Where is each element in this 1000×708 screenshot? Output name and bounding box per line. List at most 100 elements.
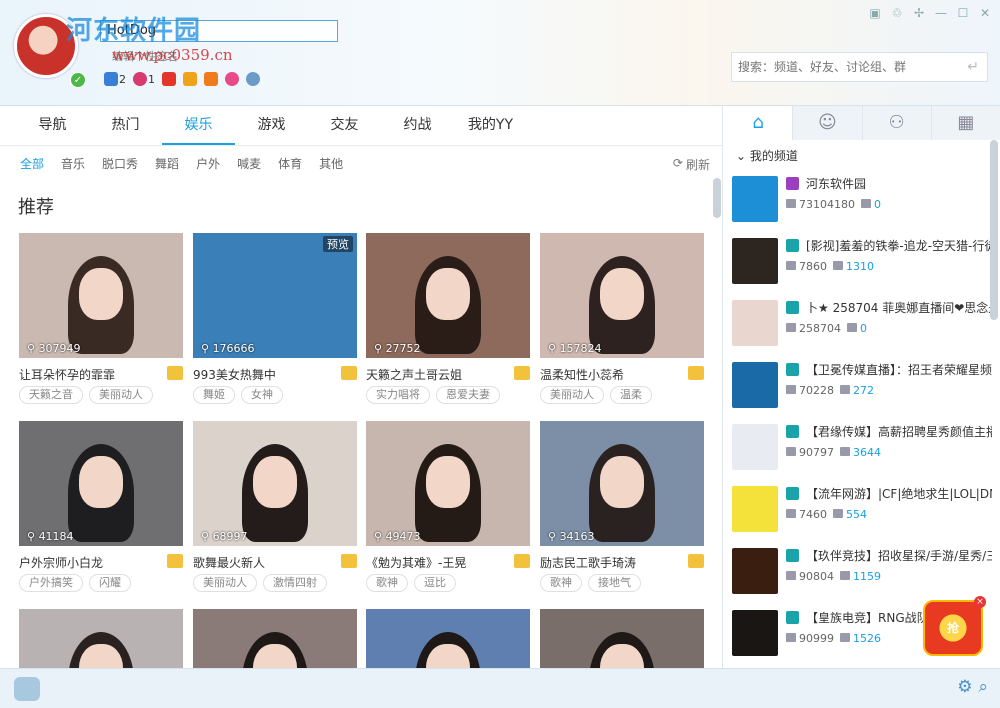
tab-main-3[interactable]: 游戏 [235,106,308,145]
minimize-icon[interactable]: — [934,6,948,20]
online-status-icon[interactable]: ✓ [70,72,86,88]
tab-main-0[interactable]: 导航 [16,106,89,145]
stream-title[interactable]: 户外宗师小白龙 [19,554,183,570]
tag[interactable]: 美丽动人 [540,386,604,404]
search-input[interactable] [732,53,952,81]
apps-icon[interactable]: ▦ [930,106,1000,140]
tag[interactable]: 歌神 [540,574,582,592]
channel-item[interactable]: 【君缘传媒】高薪招聘星秀颜值主播 90797 3644 [724,416,1000,478]
mascot-icon[interactable] [14,677,40,701]
side-scrollbar[interactable] [990,140,998,320]
stream-title[interactable]: 《勉为其难》-王晃 [366,554,530,570]
stream-thumbnail[interactable]: 预览 ⚲ 176666 [193,233,357,358]
stream-thumbnail[interactable]: ⚲ 49473 [366,421,530,546]
tag[interactable]: 闪耀 [89,574,131,592]
stream-title[interactable]: 励志民工歌手琦涛 [540,554,704,570]
tab-sub-4[interactable]: 户外 [196,155,220,172]
tag[interactable]: 恩爱夫妻 [436,386,500,404]
stream-card[interactable]: ⚲ 307949 让耳朵怀孕的霏霏 天籁之音 美丽动人 [19,233,183,404]
home-icon[interactable]: ⌂ [724,106,793,140]
stream-thumbnail[interactable]: ⚲ 27752 [366,233,530,358]
stream-title[interactable]: 天籁之声土哥云姐 [366,366,530,382]
eye-button[interactable] [246,72,260,86]
stream-thumbnail[interactable] [366,609,530,668]
stream-thumbnail[interactable] [540,609,704,668]
enter-icon[interactable]: ↵ [967,59,979,75]
close-icon[interactable]: ✕ [978,6,992,20]
grab-button[interactable]: 抢 [923,600,983,656]
tag[interactable]: 户外搞笑 [19,574,83,592]
tag[interactable]: 舞姬 [193,386,235,404]
close-float-icon[interactable]: × [974,596,986,608]
tab-main-2[interactable]: 娱乐 [162,106,235,145]
tab-sub-2[interactable]: 脱口秀 [102,155,138,172]
stream-card[interactable]: ⚲ 27752 天籁之声土哥云姐 实力唱将 恩爱夫妻 [366,233,530,404]
tab-sub-7[interactable]: 其他 [319,155,343,172]
refresh-button[interactable]: ⟳ 刷新 [673,156,710,173]
stream-title[interactable]: 让耳朵怀孕的霏霏 [19,366,183,382]
tag[interactable]: 美丽动人 [89,386,153,404]
contacts-icon[interactable]: ⚇ [861,106,931,140]
tag[interactable]: 歌神 [366,574,408,592]
skin-icon[interactable]: ▣ [868,6,882,20]
stream-card[interactable]: ⚲ 34163 励志民工歌手琦涛 歌神 接地气 [540,421,704,592]
maximize-icon[interactable]: ☐ [956,6,970,20]
tab-main-4[interactable]: 交友 [308,106,381,145]
stream-thumbnail[interactable] [193,609,357,668]
tag[interactable]: 天籁之音 [19,386,83,404]
viewer-count: ⚲ 307949 [27,342,81,355]
tab-main-5[interactable]: 约战 [381,106,454,145]
red-badge-button[interactable] [162,72,176,86]
stream-card[interactable]: ⚲ 68997 歌舞最火新人 美丽动人 激情四射 [193,421,357,592]
heart-button[interactable]: 1 [133,72,155,86]
tab-sub-5[interactable]: 喊麦 [237,155,261,172]
channel-item[interactable]: 【流年网游】|CF|绝地求生|LOL|DNF 7460 554 [724,478,1000,540]
stream-thumbnail[interactable]: ⚲ 157824 [540,233,704,358]
orange-badge-button[interactable] [204,72,218,86]
search-icon[interactable]: ⌕ [978,677,988,697]
stream-title[interactable]: 温柔知性小蕊希 [540,366,704,382]
tab-sub-1[interactable]: 音乐 [61,155,85,172]
stream-title[interactable]: 歌舞最火新人 [193,554,357,570]
tag[interactable]: 逗比 [414,574,456,592]
stream-card[interactable]: 预览 ⚲ 176666 993美女热舞中 舞姬 女神 [193,233,357,404]
tab-main-1[interactable]: 热门 [89,106,162,145]
stream-card[interactable] [193,609,357,668]
tab-main-6[interactable]: 我的YY [454,106,527,145]
stream-card[interactable]: ⚲ 49473 《勉为其难》-王晃 歌神 逗比 [366,421,530,592]
channel-item[interactable]: 河东软件园 73104180 0 [724,168,1000,230]
friends-button[interactable]: 2 [104,72,126,86]
channel-item[interactable]: [影视]羞羞的铁拳-追龙-空天猎-行徒 7860 1310 [724,230,1000,292]
tab-sub-0[interactable]: 全部 [20,155,44,172]
stream-title[interactable]: 993美女热舞中 [193,366,357,382]
channel-item[interactable]: 【玖伴竞技】招收星探/手游/星秀/三 90804 1159 [724,540,1000,602]
tag[interactable]: 激情四射 [263,574,327,592]
my-channels-header[interactable]: ⌄ 我的频道 [724,144,1000,168]
stream-thumbnail[interactable]: ⚲ 34163 [540,421,704,546]
stream-thumbnail[interactable] [19,609,183,668]
stream-thumbnail[interactable]: ⚲ 307949 [19,233,183,358]
stream-card[interactable] [540,609,704,668]
stream-card[interactable] [366,609,530,668]
stream-thumbnail[interactable]: ⚲ 68997 [193,421,357,546]
stream-card[interactable]: ⚲ 41184 户外宗师小白龙 户外搞笑 闪耀 [19,421,183,592]
tag[interactable]: 温柔 [610,386,652,404]
settings-icon[interactable]: ⚙ [957,677,972,697]
stream-card[interactable]: ⚲ 157824 温柔知性小蕊希 美丽动人 温柔 [540,233,704,404]
tab-sub-6[interactable]: 体育 [278,155,302,172]
tag[interactable]: 美丽动人 [193,574,257,592]
trash-icon[interactable]: ♲ [890,6,904,20]
scrollbar[interactable] [713,178,721,218]
tag[interactable]: 实力唱将 [366,386,430,404]
pin-icon[interactable]: ✢ [912,6,926,20]
channel-item[interactable]: 【卫冕传媒直播】：招王者荣耀星频 70228 272 [724,354,1000,416]
person-icon[interactable]: ☺ [792,106,861,140]
channel-item[interactable]: 卜★ 258704 菲奥娜直播间❤思念是 258704 0 [724,292,1000,354]
tag[interactable]: 接地气 [588,574,641,592]
stream-thumbnail[interactable]: ⚲ 41184 [19,421,183,546]
stream-card[interactable] [19,609,183,668]
pink-heart-button[interactable] [225,72,239,86]
tab-sub-3[interactable]: 舞蹈 [155,155,179,172]
yellow-badge-button[interactable] [183,72,197,86]
tag[interactable]: 女神 [241,386,283,404]
